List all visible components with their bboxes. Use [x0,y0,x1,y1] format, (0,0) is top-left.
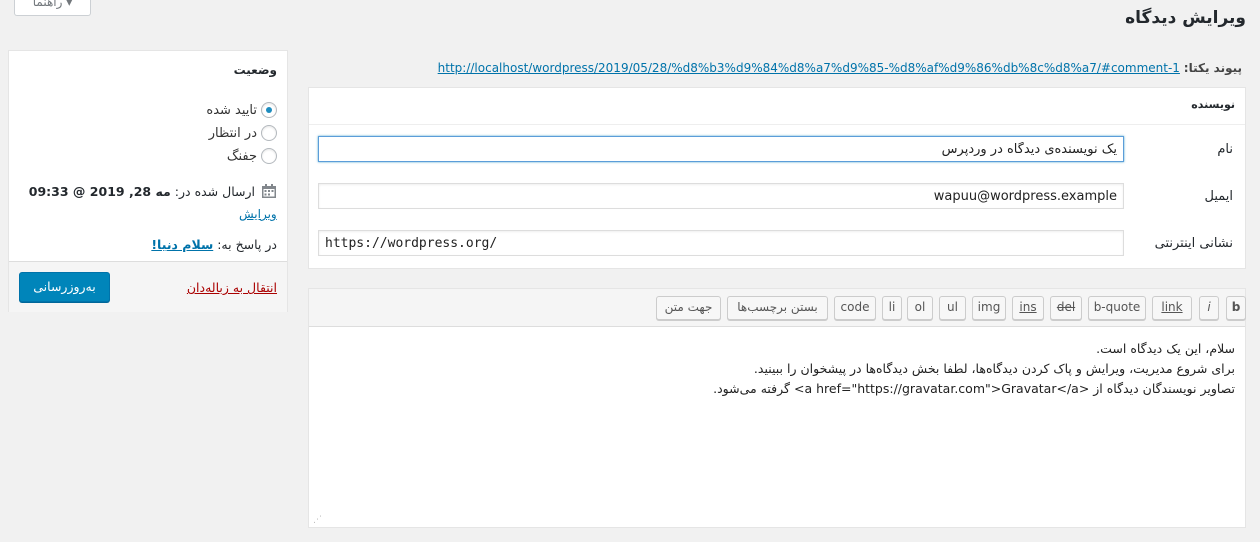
edit-date-link[interactable]: ویرایش [239,207,277,221]
comment-line-1: سلام، این یک دیدگاه است. [1096,341,1235,356]
blockquote-button[interactable]: b-quote [1088,296,1146,320]
permalink-label: پیوند یکتا: [1183,61,1242,75]
img-button[interactable]: img [972,296,1006,320]
submitted-on-row: ارسال شده در: مه 28, 2019 @ 09:33 [29,183,277,199]
status-box: وضعیت تایید شده در انتظار جفنگ ارسال شده [8,50,288,312]
status-title: وضعیت [233,63,277,77]
ul-button[interactable]: ul [939,296,966,320]
radio-spam[interactable] [261,148,277,164]
status-spam-option[interactable]: جفنگ [227,147,277,165]
status-approved-option[interactable]: تایید شده [206,101,277,119]
bold-button[interactable]: b [1226,296,1246,320]
author-email-row: ایمیل [309,183,1245,211]
author-url-input[interactable] [318,230,1124,256]
close-tags-button[interactable]: بستن برچسب‌ها [727,296,828,320]
radio-pending[interactable] [261,125,277,141]
author-url-row: نشانی اینترنتی [309,230,1245,258]
author-box-heading: نویسنده [309,88,1245,125]
comment-line-2: برای شروع مدیریت، ویرایش و پاک کردن دیدگ… [753,361,1235,376]
comment-textarea[interactable]: سلام، این یک دیدگاه است. برای شروع مدیری… [335,339,1235,399]
comment-line-3: تصاویر نویسندگان دیدگاه از <a href="http… [713,381,1235,396]
ol-button[interactable]: ol [907,296,933,320]
text-direction-button[interactable]: جهت متن [656,296,721,320]
page-title: ویرایش دیدگاه [1125,8,1246,28]
status-pending-label: در انتظار [208,125,257,141]
ins-button[interactable]: ins [1012,296,1044,320]
comment-editor: b i link b-quote del ins img ul ol li co… [308,288,1246,528]
status-approved-label: تایید شده [206,102,257,118]
in-reply-to-label: در پاسخ به: [217,237,277,252]
author-box: نویسنده نام ایمیل نشانی اینترنتی [308,87,1246,269]
resize-handle-icon[interactable]: ⋰ [313,515,322,525]
status-pending-option[interactable]: در انتظار [209,124,277,142]
permalink-link[interactable]: http://localhost/wordpress/2019/05/28/%d… [438,61,1180,75]
major-publishing-actions: انتقال به زباله‌دان به‌روزرسانی [9,261,287,312]
radio-approved[interactable] [261,102,277,118]
update-button[interactable]: به‌روزرسانی [19,272,110,302]
permalink-row: پیوند یکتا: http://localhost/wordpress/2… [438,61,1242,75]
calendar-icon [261,183,277,199]
del-button[interactable]: del [1050,296,1082,320]
url-label: نشانی اینترنتی [1154,236,1233,251]
author-name-input[interactable] [318,136,1124,162]
name-label: نام [1217,142,1233,157]
link-button[interactable]: link [1152,296,1192,320]
move-to-trash-link[interactable]: انتقال به زباله‌دان [187,280,277,295]
quicktags-toolbar: b i link b-quote del ins img ul ol li co… [309,289,1246,327]
italic-button[interactable]: i [1199,296,1219,320]
li-button[interactable]: li [882,296,902,320]
submitted-on-label: ارسال شده در: [174,183,255,199]
email-label: ایمیل [1204,189,1233,204]
in-reply-to-row: در پاسخ به: سلام دنیا! [151,237,277,252]
author-name-row: نام [309,136,1245,164]
code-button[interactable]: code [834,296,876,320]
help-tab-button[interactable]: راهنما ▾ [14,0,91,16]
author-email-input[interactable] [318,183,1124,209]
submitted-date: مه 28, 2019 @ 09:33 [28,183,171,199]
status-spam-label: جفنگ [226,148,257,164]
in-reply-to-link[interactable]: سلام دنیا! [151,237,213,252]
